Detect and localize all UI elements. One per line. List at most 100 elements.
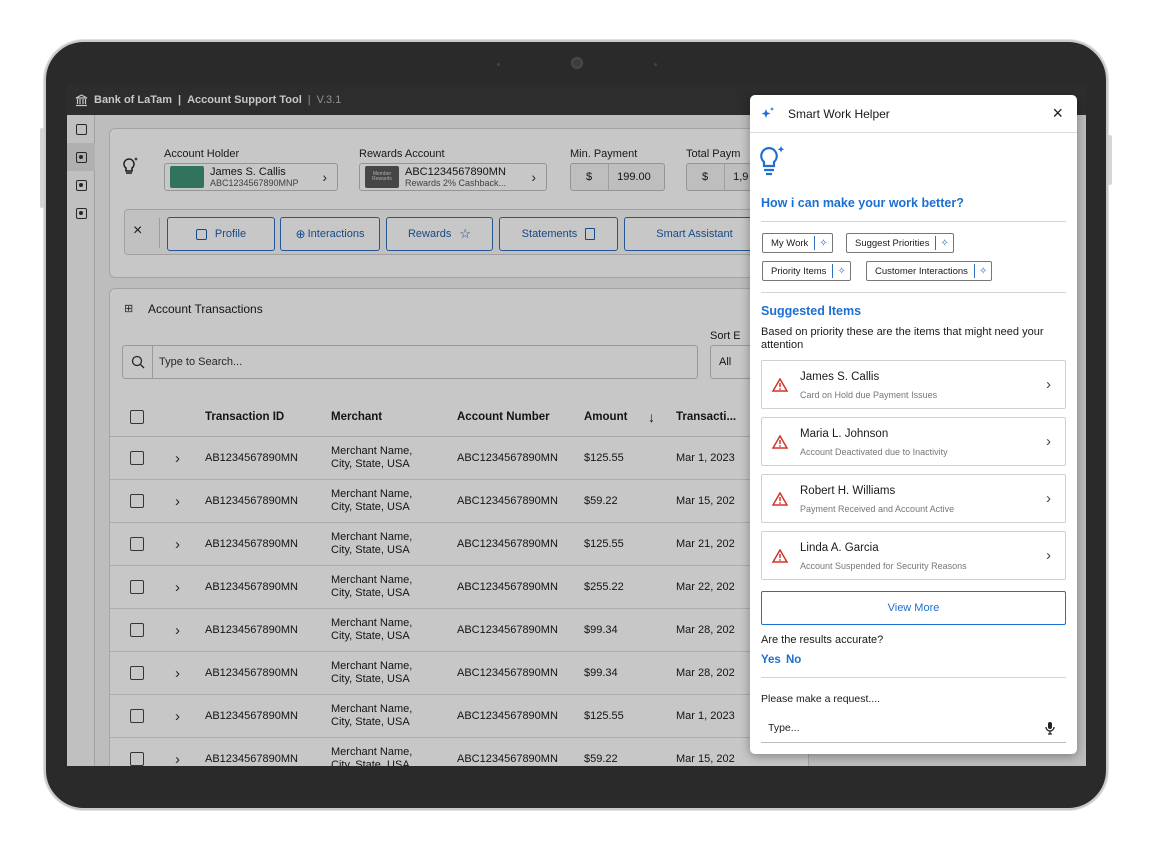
merchant-name: Merchant Name, <box>331 746 413 759</box>
table-row[interactable]: › AB1234567890MN Merchant Name, City, State… <box>110 652 810 695</box>
smart-assistant-button[interactable]: Smart Assistant <box>624 217 764 251</box>
chevron-right-icon[interactable]: › <box>175 609 180 651</box>
row-checkbox[interactable] <box>130 437 144 479</box>
table-row[interactable]: › AB1234567890MN Merchant Name, City, State… <box>110 480 810 523</box>
column-header[interactable]: Account Number <box>457 397 550 436</box>
account-number: ABC1234567890MN <box>457 624 558 636</box>
statements-button[interactable]: Statements <box>499 217 618 251</box>
merchant-location: City, State, USA <box>331 630 410 642</box>
account-holder-select[interactable]: James S. Callis ABC1234567890MNP › <box>164 163 338 191</box>
table-row[interactable]: › AB1234567890MN Merchant Name, City, State… <box>110 695 810 738</box>
merchant-cell: Merchant Name, City, State, USA <box>331 437 412 479</box>
chevron-right-icon[interactable]: › <box>175 437 180 479</box>
chevron-right-icon[interactable]: › <box>175 523 180 565</box>
column-header[interactable]: Amount <box>584 397 627 436</box>
row-checkbox[interactable] <box>130 695 144 737</box>
holder-name: James S. Callis <box>210 165 286 178</box>
chip-label: My Work <box>771 237 809 249</box>
interactions-icon: ⊕ <box>295 227 306 241</box>
settings-icon[interactable] <box>67 199 95 227</box>
chip-my-work[interactable]: My Work ✧ <box>762 233 833 253</box>
merchant-cell: Merchant Name, City, State, USA <box>331 652 412 694</box>
close-icon[interactable]: × <box>133 222 142 240</box>
row-checkbox[interactable] <box>130 523 144 565</box>
settings-icon[interactable] <box>67 171 95 199</box>
accuracy-question: Are the results accurate? <box>761 634 884 646</box>
table-row[interactable]: › AB1234567890MN Merchant Name, City, State… <box>110 609 810 652</box>
chip-priority-items[interactable]: Priority Items ✧ <box>762 261 851 281</box>
transaction-id: AB1234567890MN <box>205 538 298 550</box>
chevron-right-icon[interactable]: › <box>175 566 180 608</box>
table-row[interactable]: › AB1234567890MN Merchant Name, City, State… <box>110 738 810 766</box>
chevron-right-icon[interactable]: › <box>175 480 180 522</box>
search-input[interactable]: Type to Search... <box>122 345 698 379</box>
transaction-date: Mar 21, 202 <box>676 538 735 550</box>
merchant-location: City, State, USA <box>331 544 410 556</box>
profile-label: Profile <box>214 228 247 240</box>
close-icon[interactable]: × <box>1052 103 1063 124</box>
suggested-item[interactable]: Maria L. Johnson Account Deactivated due … <box>761 417 1066 466</box>
suggested-item[interactable]: James S. Callis Card on Hold due Payment … <box>761 360 1066 409</box>
divider <box>159 218 160 248</box>
yes-link[interactable]: Yes <box>761 654 781 666</box>
chevron-right-icon[interactable]: › <box>175 695 180 737</box>
layout-icon[interactable] <box>67 115 95 143</box>
title-separator: | <box>178 94 182 106</box>
rewards-desc: Rewards 2% Cashback... <box>405 178 507 189</box>
suggested-item[interactable]: Robert H. Williams Payment Received and A… <box>761 474 1066 523</box>
chevron-right-icon: › <box>1046 376 1051 393</box>
merchant-name: Merchant Name, <box>331 445 413 458</box>
rewards-card-thumbnail: Member Rewards <box>365 166 399 188</box>
table-row[interactable]: › AB1234567890MN Merchant Name, City, State… <box>110 566 810 609</box>
rewards-label: Rewards <box>407 228 452 240</box>
chip-suggest-priorities[interactable]: Suggest Priorities ✧ <box>846 233 954 253</box>
tablet-side-button <box>1108 135 1112 185</box>
search-placeholder: Type to Search... <box>159 356 243 368</box>
column-header[interactable]: Transaction ID <box>205 397 284 436</box>
row-checkbox[interactable] <box>130 609 144 651</box>
merchant-location: City, State, USA <box>331 759 410 766</box>
interactions-button[interactable]: ⊕ Interactions <box>280 217 380 251</box>
table-row[interactable]: › AB1234567890MN Merchant Name, City, State… <box>110 523 810 566</box>
microphone-icon[interactable] <box>1044 721 1056 735</box>
no-link[interactable]: No <box>786 654 801 666</box>
item-name: James S. Callis <box>800 371 880 383</box>
chevron-right-icon: › <box>1046 490 1051 507</box>
row-checkbox[interactable] <box>130 480 144 522</box>
chip-customer-interactions[interactable]: Customer Interactions ✧ <box>866 261 993 281</box>
sort-arrow-icon[interactable]: ↓ <box>648 397 655 436</box>
star-icon: ☆ <box>459 226 472 241</box>
chevron-right-icon: › <box>322 169 327 185</box>
row-checkbox[interactable] <box>130 566 144 608</box>
account-header-card: Account Holder James S. Callis ABC123456… <box>109 128 809 278</box>
row-checkbox[interactable] <box>130 738 144 766</box>
smart-assistant-label: Smart Assistant <box>656 228 733 240</box>
profile-icon <box>195 228 207 240</box>
profile-button[interactable]: Profile <box>167 217 275 251</box>
holder-id: ABC1234567890MNP <box>210 178 299 189</box>
table-row[interactable]: › AB1234567890MN Merchant Name, City, State… <box>110 437 810 480</box>
rewards-button[interactable]: Rewards ☆ <box>386 217 493 251</box>
settings-icon[interactable] <box>67 143 95 171</box>
row-checkbox[interactable] <box>130 652 144 694</box>
request-input[interactable]: Type... <box>761 713 1066 743</box>
column-header[interactable]: Merchant <box>331 397 382 436</box>
transaction-date: Mar 1, 2023 <box>676 710 735 722</box>
merchant-cell: Merchant Name, City, State, USA <box>331 609 412 651</box>
sparkle-icon: ✧ <box>973 264 991 278</box>
sparkle-icon: ✧ <box>832 264 849 278</box>
merchant-cell: Merchant Name, City, State, USA <box>331 738 412 766</box>
rewards-account-select[interactable]: Member Rewards ABC1234567890MN Rewards 2… <box>359 163 547 191</box>
select-all-checkbox[interactable] <box>130 397 144 436</box>
merchant-location: City, State, USA <box>331 716 410 728</box>
chevron-right-icon[interactable]: › <box>175 738 180 767</box>
column-header[interactable]: Transacti... <box>676 397 736 436</box>
merchant-name: Merchant Name, <box>331 660 413 673</box>
chevron-right-icon: › <box>1046 547 1051 564</box>
transaction-date: Mar 28, 202 <box>676 667 735 679</box>
smart-work-helper-panel: Smart Work Helper × How i can make your … <box>750 95 1077 754</box>
view-more-button[interactable]: View More <box>761 591 1066 625</box>
suggested-item[interactable]: Linda A. Garcia Account Suspended for Sec… <box>761 531 1066 580</box>
chevron-right-icon[interactable]: › <box>175 652 180 694</box>
account-number: ABC1234567890MN <box>457 710 558 722</box>
